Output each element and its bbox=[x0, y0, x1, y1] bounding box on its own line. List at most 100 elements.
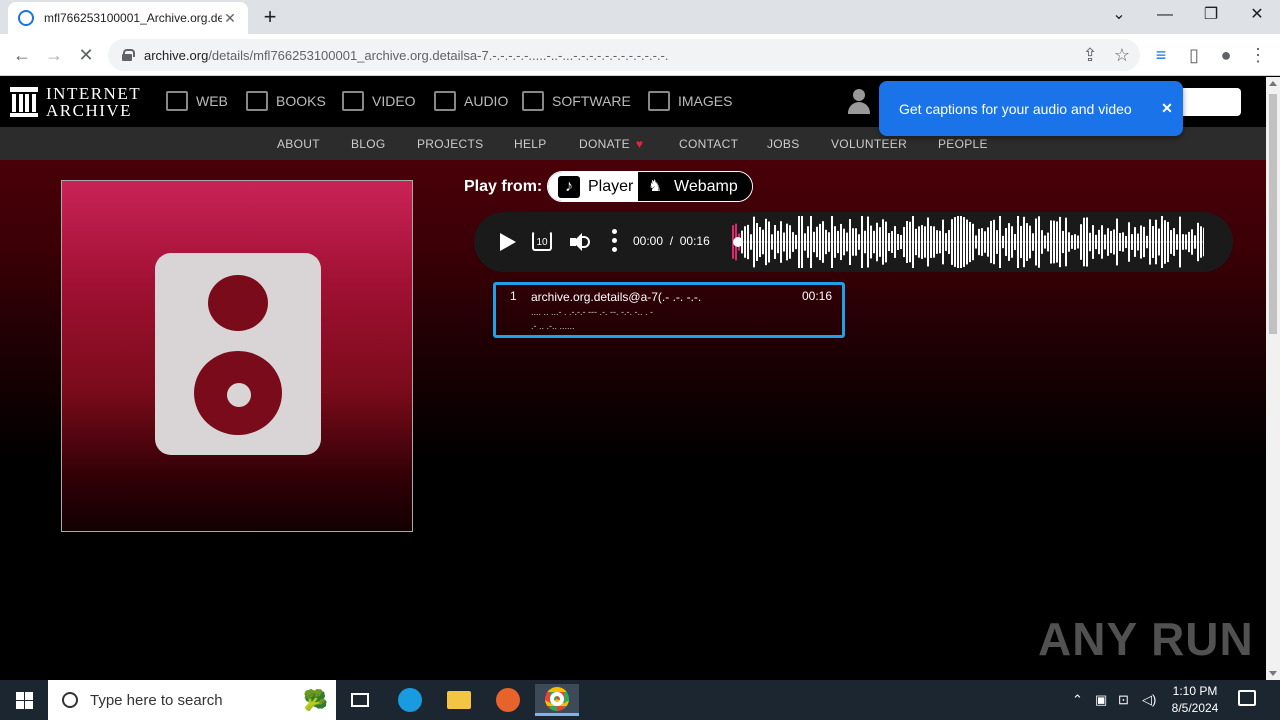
windows-start-icon[interactable] bbox=[0, 680, 48, 720]
edge-icon[interactable] bbox=[388, 684, 432, 716]
track-duration: 00:16 bbox=[801, 289, 832, 303]
waveform-bar bbox=[900, 234, 902, 250]
user-account-icon[interactable] bbox=[848, 89, 870, 117]
sub-nav-volunteer[interactable]: VOLUNTEER bbox=[831, 137, 907, 151]
scroll-down-arrow-icon[interactable] bbox=[1269, 671, 1277, 676]
waveform-bar bbox=[948, 230, 950, 254]
waveform-bar bbox=[864, 230, 866, 254]
nav-web[interactable]: WEB bbox=[166, 91, 228, 111]
player-option-button[interactable]: ♪ Player bbox=[548, 172, 638, 201]
nav-video[interactable]: VIDEO bbox=[342, 91, 416, 111]
waveform-bar bbox=[1203, 227, 1204, 257]
waveform-bar bbox=[1167, 221, 1169, 263]
track-title: archive.org.details@a-7(.- .-. -.-. bbox=[531, 290, 702, 304]
waveform-bar bbox=[1119, 232, 1121, 252]
audio-icon bbox=[434, 91, 456, 111]
minimize-button[interactable]: — bbox=[1142, 4, 1188, 30]
taskbar-search-box[interactable]: Type here to search 🥦 bbox=[48, 680, 336, 720]
waveform-bar bbox=[1134, 227, 1136, 257]
tray-chevron-up-icon[interactable]: ⌃ bbox=[1072, 692, 1083, 708]
browser-toolbar: ← → ✕ archive.org/details/mfl76625310000… bbox=[0, 34, 1280, 76]
webamp-option-button[interactable]: ♞ Webamp bbox=[638, 172, 752, 201]
close-icon[interactable]: ✕ bbox=[1151, 100, 1183, 117]
task-view-icon[interactable] bbox=[338, 684, 382, 716]
sub-nav-contact[interactable]: CONTACT bbox=[679, 137, 738, 151]
sub-nav-about[interactable]: ABOUT bbox=[277, 137, 320, 151]
tray-clock[interactable]: 1:10 PM 8/5/2024 bbox=[1168, 683, 1222, 717]
file-explorer-icon[interactable] bbox=[437, 684, 481, 716]
waveform-seekbar[interactable] bbox=[732, 216, 1204, 268]
nav-images[interactable]: IMAGES bbox=[648, 91, 732, 111]
images-icon bbox=[648, 91, 670, 111]
waveform-bar bbox=[1188, 231, 1190, 253]
waveform-bar bbox=[867, 216, 869, 268]
browser-tab-active[interactable]: mfl766253100001_Archive.org.de ✕ bbox=[8, 2, 248, 34]
rewind-10-icon[interactable]: 10 bbox=[532, 231, 552, 251]
forward-arrow-icon[interactable]: → bbox=[43, 44, 65, 66]
profile-avatar-icon[interactable]: ● bbox=[1215, 44, 1237, 66]
address-bar[interactable]: archive.org/details/mfl766253100001_arch… bbox=[108, 39, 1140, 71]
nav-audio[interactable]: AUDIO bbox=[434, 91, 508, 111]
waveform-bar bbox=[990, 220, 992, 264]
waveform-bar bbox=[1164, 220, 1166, 264]
side-panel-icon[interactable]: ▯ bbox=[1183, 44, 1205, 66]
taskbar-search-placeholder: Type here to search bbox=[90, 691, 223, 709]
close-window-button[interactable]: ✕ bbox=[1234, 4, 1280, 30]
sub-nav-projects[interactable]: PROJECTS bbox=[417, 137, 483, 151]
share-icon[interactable]: ⇪ bbox=[1079, 44, 1101, 66]
waveform-bar bbox=[1092, 225, 1094, 259]
media-controls-icon[interactable]: ≡ bbox=[1150, 44, 1172, 66]
notification-center-icon[interactable] bbox=[1238, 690, 1256, 706]
tab-search-chevron-down-icon[interactable]: ⌄ bbox=[1096, 4, 1142, 30]
player-more-icon[interactable] bbox=[612, 229, 618, 255]
play-icon[interactable] bbox=[500, 233, 516, 251]
speaker-volume-icon[interactable]: ◁) bbox=[1142, 692, 1156, 708]
waveform-bar bbox=[1077, 235, 1079, 249]
tray-device-icon[interactable]: ▣ bbox=[1095, 692, 1107, 708]
bookmark-star-icon[interactable]: ☆ bbox=[1111, 44, 1133, 66]
waveform-bar bbox=[1122, 232, 1124, 252]
new-tab-button[interactable]: + bbox=[258, 4, 282, 30]
waveform-bar bbox=[1068, 232, 1070, 252]
tray-date: 8/5/2024 bbox=[1171, 701, 1219, 715]
scroll-up-arrow-icon[interactable] bbox=[1269, 81, 1277, 86]
volume-icon[interactable] bbox=[570, 232, 592, 252]
nav-books[interactable]: BOOKS bbox=[246, 91, 326, 111]
internet-archive-logo[interactable]: INTERNET ARCHIVE bbox=[10, 85, 141, 119]
nav-software[interactable]: SOFTWARE bbox=[522, 91, 631, 111]
waveform-bar bbox=[1104, 234, 1106, 250]
seek-handle[interactable] bbox=[733, 237, 743, 247]
sub-nav-blog[interactable]: BLOG bbox=[351, 137, 386, 151]
page-scrollbar[interactable] bbox=[1266, 77, 1280, 680]
scroll-thumb[interactable] bbox=[1269, 94, 1277, 334]
chrome-icon[interactable] bbox=[535, 684, 579, 716]
waveform-bar bbox=[1170, 230, 1172, 254]
restore-button[interactable]: ❐ bbox=[1188, 4, 1234, 30]
heart-icon: ♥ bbox=[635, 137, 644, 151]
waveform-bar bbox=[1050, 220, 1052, 264]
waveform-bar bbox=[897, 234, 899, 250]
waveform-bar bbox=[1158, 228, 1160, 256]
firefox-icon[interactable] bbox=[486, 684, 530, 716]
sub-nav-people[interactable]: PEOPLE bbox=[938, 137, 988, 151]
waveform-bar bbox=[1155, 219, 1157, 265]
browser-menu-icon[interactable]: ⋮ bbox=[1247, 44, 1269, 66]
network-icon[interactable]: ⊡ bbox=[1118, 692, 1129, 708]
waveform-bar bbox=[756, 223, 758, 261]
back-arrow-icon[interactable]: ← bbox=[11, 44, 33, 66]
stop-loading-icon[interactable]: ✕ bbox=[75, 44, 97, 66]
waveform-bar bbox=[1173, 228, 1175, 256]
waveform-bar bbox=[909, 221, 911, 263]
waveform-bar bbox=[1161, 216, 1163, 268]
sub-nav-help[interactable]: HELP bbox=[514, 137, 547, 151]
lock-icon[interactable] bbox=[122, 49, 135, 61]
album-art bbox=[61, 180, 413, 532]
waveform-bar bbox=[1029, 225, 1031, 259]
waveform-bar bbox=[933, 226, 935, 258]
anyrun-watermark: ANY RUN bbox=[1038, 613, 1254, 665]
tab-close-icon[interactable]: ✕ bbox=[222, 10, 238, 27]
waveform-bar bbox=[966, 219, 968, 265]
sub-nav-jobs[interactable]: JOBS bbox=[767, 137, 800, 151]
waveform-bar bbox=[972, 223, 974, 261]
sub-nav-donate[interactable]: DONATE ♥ bbox=[579, 137, 643, 151]
